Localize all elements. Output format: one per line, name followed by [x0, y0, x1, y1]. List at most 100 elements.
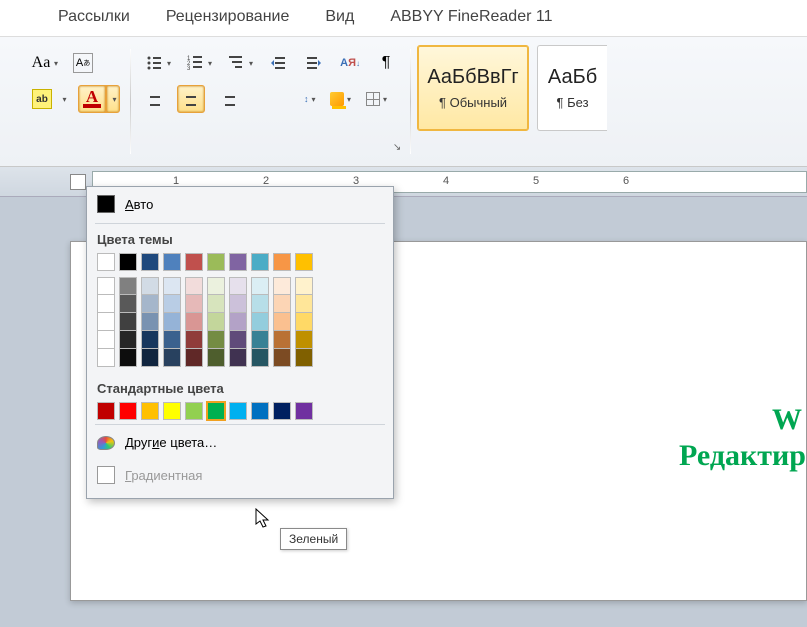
theme-shade-swatch[interactable] — [207, 277, 225, 295]
indent-decrease-button[interactable] — [264, 49, 292, 77]
standard-color-swatch[interactable] — [97, 402, 115, 420]
theme-shade-swatch[interactable] — [163, 295, 181, 313]
standard-color-swatch[interactable] — [273, 402, 291, 420]
theme-shade-swatch[interactable] — [251, 313, 269, 331]
theme-shade-swatch[interactable] — [251, 277, 269, 295]
theme-color-swatch[interactable] — [97, 253, 115, 271]
phonetic-guide-button[interactable]: Aあ — [69, 49, 97, 77]
align-center-button[interactable] — [177, 85, 205, 113]
theme-shade-swatch[interactable] — [229, 349, 247, 367]
highlight-dropdown[interactable]: ▾ — [56, 85, 70, 113]
standard-color-swatch[interactable] — [185, 402, 203, 420]
auto-color-item[interactable]: Авто — [87, 187, 393, 221]
change-case-button[interactable]: Aa▾ — [28, 49, 61, 77]
theme-shade-swatch[interactable] — [97, 313, 115, 331]
theme-shade-swatch[interactable] — [185, 277, 203, 295]
theme-shade-swatch[interactable] — [273, 331, 291, 349]
theme-shade-swatch[interactable] — [273, 349, 291, 367]
highlight-split-button[interactable]: ab ▾ — [28, 85, 70, 113]
theme-shade-swatch[interactable] — [119, 313, 137, 331]
shading-button[interactable]: ▾ — [327, 85, 355, 113]
theme-shade-swatch[interactable] — [207, 295, 225, 313]
theme-shade-swatch[interactable] — [163, 349, 181, 367]
theme-shade-swatch[interactable] — [229, 313, 247, 331]
theme-shade-swatch[interactable] — [229, 295, 247, 313]
borders-button[interactable]: ▾ — [363, 85, 391, 113]
style-normal[interactable]: АаБбВвГг ¶ Обычный — [417, 45, 529, 131]
bullets-button[interactable]: ▾ — [141, 49, 174, 77]
theme-color-swatch[interactable] — [141, 253, 159, 271]
theme-shade-swatch[interactable] — [251, 295, 269, 313]
theme-shade-swatch[interactable] — [163, 331, 181, 349]
tab-view[interactable]: Вид — [325, 8, 354, 26]
font-color-button[interactable]: A — [78, 85, 106, 113]
theme-shade-swatch[interactable] — [207, 349, 225, 367]
standard-color-swatch[interactable] — [163, 402, 181, 420]
font-color-dropdown[interactable]: ▾ — [106, 85, 120, 113]
theme-shade-swatch[interactable] — [141, 277, 159, 295]
standard-color-swatch[interactable] — [119, 402, 137, 420]
show-marks-button[interactable]: ¶ — [372, 49, 400, 77]
theme-color-swatch[interactable] — [207, 253, 225, 271]
more-colors-item[interactable]: Другие цвета… — [87, 427, 393, 458]
standard-color-swatch[interactable] — [141, 402, 159, 420]
tab-mailings[interactable]: Рассылки — [58, 8, 130, 26]
theme-shade-swatch[interactable] — [295, 295, 313, 313]
theme-shade-swatch[interactable] — [141, 295, 159, 313]
indent-increase-button[interactable] — [300, 49, 328, 77]
theme-shade-swatch[interactable] — [185, 349, 203, 367]
paragraph-dialog-launcher[interactable]: ↘ — [390, 140, 404, 154]
theme-shade-swatch[interactable] — [273, 277, 291, 295]
theme-shade-swatch[interactable] — [273, 295, 291, 313]
theme-color-swatch[interactable] — [251, 253, 269, 271]
theme-shade-swatch[interactable] — [229, 277, 247, 295]
theme-shade-swatch[interactable] — [207, 331, 225, 349]
theme-shade-swatch[interactable] — [185, 331, 203, 349]
theme-shade-swatch[interactable] — [141, 349, 159, 367]
theme-shade-swatch[interactable] — [119, 277, 137, 295]
theme-shade-swatch[interactable] — [119, 349, 137, 367]
theme-shade-swatch[interactable] — [295, 331, 313, 349]
align-right-button[interactable] — [213, 85, 241, 113]
standard-color-swatch[interactable] — [207, 402, 225, 420]
theme-shade-swatch[interactable] — [97, 295, 115, 313]
theme-shade-swatch[interactable] — [163, 277, 181, 295]
sort-button[interactable]: AЯ↓ — [336, 49, 364, 77]
theme-shade-swatch[interactable] — [119, 295, 137, 313]
standard-color-swatch[interactable] — [229, 402, 247, 420]
theme-color-swatch[interactable] — [229, 253, 247, 271]
numbering-button[interactable]: 123▾ — [182, 49, 215, 77]
multilevel-button[interactable]: ▾ — [223, 49, 256, 77]
tab-review[interactable]: Рецензирование — [166, 8, 290, 26]
theme-shade-swatch[interactable] — [185, 295, 203, 313]
theme-shade-swatch[interactable] — [185, 313, 203, 331]
theme-shade-swatch[interactable] — [229, 331, 247, 349]
theme-shade-swatch[interactable] — [97, 331, 115, 349]
theme-shade-swatch[interactable] — [273, 313, 291, 331]
theme-shade-swatch[interactable] — [97, 349, 115, 367]
style-no-spacing[interactable]: АаБб ¶ Без — [537, 45, 607, 131]
theme-shade-swatch[interactable] — [141, 331, 159, 349]
line-spacing-button[interactable]: ↕▾ — [285, 85, 319, 113]
align-left-button[interactable] — [141, 85, 169, 113]
standard-color-swatch[interactable] — [295, 402, 313, 420]
theme-shade-swatch[interactable] — [97, 277, 115, 295]
standard-color-swatch[interactable] — [251, 402, 269, 420]
theme-shade-swatch[interactable] — [295, 313, 313, 331]
theme-shade-swatch[interactable] — [119, 331, 137, 349]
theme-shade-swatch[interactable] — [295, 349, 313, 367]
theme-shade-swatch[interactable] — [251, 349, 269, 367]
tab-selector[interactable] — [70, 174, 86, 190]
theme-shade-swatch[interactable] — [251, 331, 269, 349]
theme-shade-swatch[interactable] — [141, 313, 159, 331]
theme-color-swatch[interactable] — [119, 253, 137, 271]
align-justify-button[interactable] — [249, 85, 277, 113]
theme-shade-swatch[interactable] — [207, 313, 225, 331]
theme-shade-swatch[interactable] — [163, 313, 181, 331]
theme-color-swatch[interactable] — [273, 253, 291, 271]
theme-color-swatch[interactable] — [163, 253, 181, 271]
theme-shade-swatch[interactable] — [295, 277, 313, 295]
theme-color-swatch[interactable] — [295, 253, 313, 271]
highlight-button[interactable]: ab — [28, 85, 56, 113]
tab-abbyy[interactable]: ABBYY FineReader 11 — [390, 8, 552, 26]
